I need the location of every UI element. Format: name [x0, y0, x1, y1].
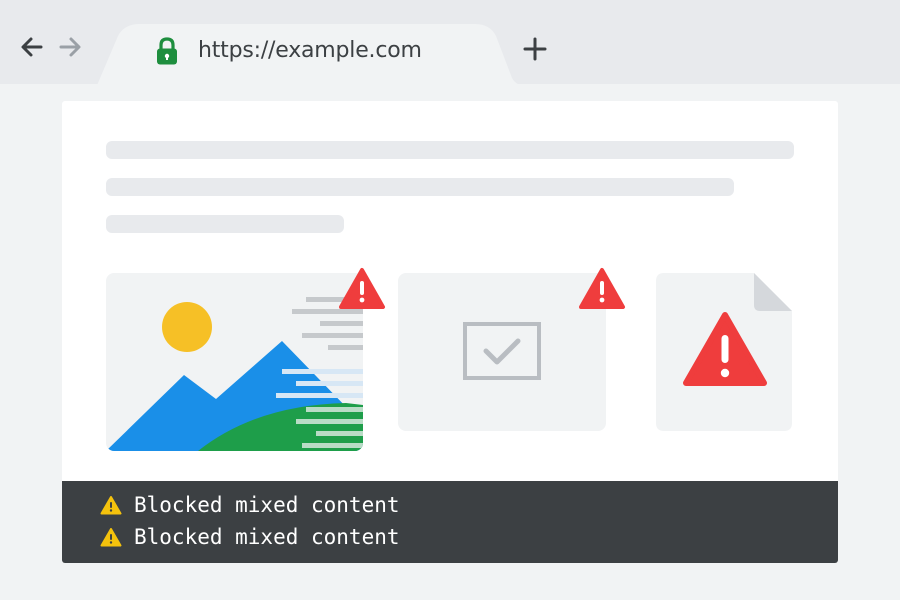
console-message-text: Blocked mixed content [134, 493, 400, 517]
blocked-image-icon [106, 297, 363, 451]
console-message[interactable]: Blocked mixed content [100, 491, 400, 519]
plus-icon[interactable] [520, 34, 550, 64]
text-placeholder-line [106, 215, 344, 233]
text-placeholder-line [106, 141, 794, 159]
blocked-checkbox-frame [398, 273, 606, 431]
warning-icon [579, 268, 625, 309]
checkbox-icon [463, 322, 541, 380]
address-bar-url[interactable]: https://example.com [198, 38, 422, 63]
lock-icon [157, 37, 177, 65]
warning-icon [339, 268, 385, 309]
console-message-text: Blocked mixed content [134, 525, 400, 549]
console-message[interactable]: Blocked mixed content [100, 523, 400, 551]
console-panel: Blocked mixed content Blocked mixed cont… [62, 481, 838, 563]
file-warning-icon [656, 273, 792, 431]
warning-icon [100, 496, 122, 515]
blocked-image [106, 273, 363, 451]
active-tab[interactable] [0, 0, 900, 90]
text-placeholder-line [106, 178, 734, 196]
warning-icon [100, 528, 122, 547]
page-content: Blocked mixed content Blocked mixed cont… [62, 101, 838, 563]
